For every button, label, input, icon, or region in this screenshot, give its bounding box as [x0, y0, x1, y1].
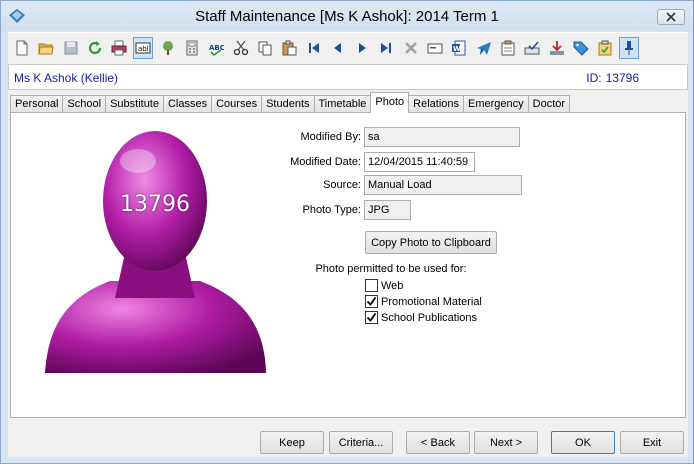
photo-id-overlay: 13796 [120, 192, 190, 217]
close-button[interactable] [657, 9, 685, 25]
calculator-icon[interactable] [182, 37, 202, 59]
send-icon[interactable] [474, 37, 494, 59]
checklist-icon[interactable] [595, 37, 615, 59]
tab-substitute[interactable]: Substitute [105, 95, 164, 113]
main-area: Ms K Ashok (Kellie) ID: 13796 Personal Sc… [8, 62, 688, 457]
photo-type-field: JPG [364, 200, 411, 220]
web-option-label: Web [381, 279, 404, 292]
svg-text:abl: abl [138, 45, 149, 53]
ok-button[interactable]: OK [551, 431, 615, 454]
next-record-icon[interactable] [352, 37, 372, 59]
permitted-label: Photo permitted to be used for: [315, 263, 467, 275]
tab-doctor[interactable]: Doctor [527, 95, 571, 113]
staff-id: ID: 13796 [586, 71, 639, 85]
word-icon[interactable]: W [449, 37, 469, 59]
school-publications-option[interactable]: School Publications [365, 311, 477, 324]
toolbar: abl ABC W [8, 32, 688, 62]
criteria-button[interactable]: Criteria... [329, 431, 393, 454]
cut-icon[interactable] [231, 37, 251, 59]
tab-timetable[interactable]: Timetable [313, 95, 372, 113]
modified-by-label: Modified By: [300, 131, 361, 143]
staff-id-label: ID: [586, 71, 602, 85]
refresh-icon[interactable] [85, 37, 105, 59]
spellcheck-icon[interactable]: ABC [206, 37, 226, 59]
exit-button[interactable]: Exit [620, 431, 684, 454]
modified-by-field: sa [364, 127, 520, 147]
tab-courses[interactable]: Courses [211, 95, 263, 113]
tab-personal[interactable]: Personal [10, 95, 64, 113]
school-publications-option-label: School Publications [381, 311, 478, 324]
tree-icon[interactable] [158, 37, 178, 59]
previous-record-icon[interactable] [328, 37, 348, 59]
staff-name: Ms K Ashok (Kellie) [14, 71, 119, 85]
tab-bar: Personal School Substitute Classes Cours… [10, 92, 571, 113]
last-record-icon[interactable] [376, 37, 396, 59]
person-silhouette-icon [45, 131, 266, 373]
new-icon[interactable] [12, 37, 32, 59]
keep-button[interactable]: Keep [260, 431, 324, 454]
staff-id-value: 13796 [605, 71, 639, 85]
staff-header: Ms K Ashok (Kellie) ID: 13796 [8, 64, 688, 90]
modified-date-field: 12/04/2015 11:40:59 [364, 152, 475, 172]
copy-icon[interactable] [255, 37, 275, 59]
svg-text:ABC: ABC [209, 44, 224, 52]
promotional-material-checkbox[interactable] [365, 295, 378, 308]
first-record-icon[interactable] [304, 37, 324, 59]
web-option[interactable]: Web [365, 279, 403, 292]
photo-type-label: Photo Type: [302, 204, 361, 216]
tag-icon[interactable] [571, 37, 591, 59]
approve-icon[interactable] [522, 37, 542, 59]
download-icon[interactable] [547, 37, 567, 59]
tab-photo[interactable]: Photo [370, 92, 410, 113]
copy-photo-button[interactable]: Copy Photo to Clipboard [365, 231, 497, 254]
source-label: Source: [323, 179, 361, 191]
svg-text:W: W [453, 45, 461, 53]
text-field-icon[interactable]: abl [133, 36, 154, 59]
staff-photo: 13796 [20, 123, 290, 387]
checkmark-icon [366, 312, 377, 322]
checkmark-icon [366, 296, 377, 306]
close-icon [666, 12, 676, 22]
source-field: Manual Load [364, 175, 522, 195]
modified-date-label: Modified Date: [290, 156, 361, 168]
card-icon[interactable] [425, 37, 445, 59]
paste-icon[interactable] [279, 37, 299, 59]
tab-relations[interactable]: Relations [408, 95, 464, 113]
tab-school[interactable]: School [62, 95, 107, 113]
back-button[interactable]: < Back [406, 431, 470, 454]
save-icon[interactable] [61, 37, 81, 59]
clipboard-icon[interactable] [498, 37, 518, 59]
open-folder-icon[interactable] [36, 37, 56, 59]
title-bar: Staff Maintenance [Ms K Ashok]: 2014 Ter… [1, 1, 693, 31]
tab-classes[interactable]: Classes [162, 95, 213, 113]
web-checkbox[interactable] [365, 279, 378, 292]
print-icon[interactable] [109, 37, 129, 59]
school-publications-checkbox[interactable] [365, 311, 378, 324]
pin-icon[interactable] [619, 36, 640, 59]
next-button[interactable]: Next > [474, 431, 538, 454]
promotional-material-option-label: Promotional Material [381, 295, 482, 308]
promotional-material-option[interactable]: Promotional Material [365, 295, 482, 308]
delete-icon[interactable] [401, 37, 421, 59]
staff-maintenance-window: Staff Maintenance [Ms K Ashok]: 2014 Ter… [0, 0, 694, 464]
tab-students[interactable]: Students [261, 95, 315, 113]
tab-emergency[interactable]: Emergency [463, 95, 529, 113]
window-title: Staff Maintenance [Ms K Ashok]: 2014 Ter… [195, 8, 499, 25]
photo-panel: 13796 Modified By: sa Modified Date: 12/… [10, 112, 686, 418]
